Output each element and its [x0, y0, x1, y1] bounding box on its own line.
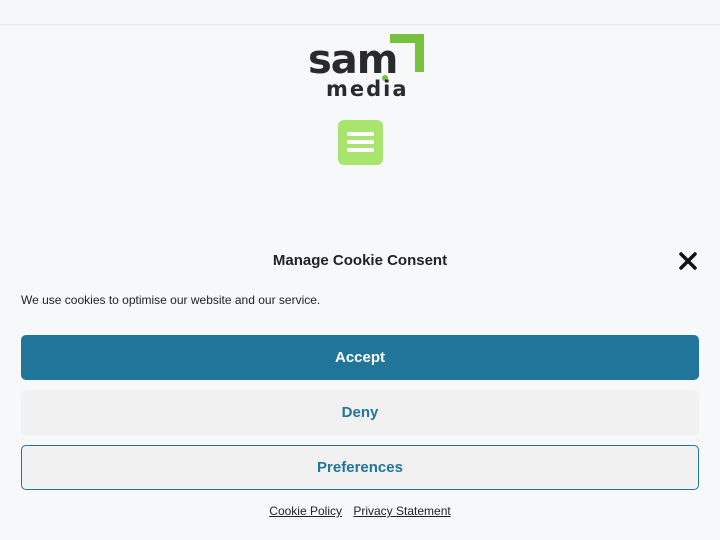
deny-button[interactable]: Deny — [21, 390, 699, 435]
top-bar — [0, 0, 720, 25]
hamburger-icon — [347, 132, 374, 136]
close-icon[interactable] — [677, 250, 699, 272]
consent-title: Manage Cookie Consent — [272, 252, 448, 269]
logo[interactable]: sam media — [308, 34, 426, 104]
logo-word-media: media — [326, 77, 409, 101]
page: sam media Manage Cookie Consent We use c… — [0, 0, 720, 540]
privacy-statement-link[interactable]: Privacy Statement — [353, 504, 450, 518]
consent-message: We use cookies to optimise our website a… — [21, 293, 321, 307]
menu-button[interactable] — [338, 120, 383, 165]
consent-links: Cookie Policy Privacy Statement — [0, 504, 720, 518]
cookie-policy-link[interactable]: Cookie Policy — [269, 504, 342, 518]
preferences-button[interactable]: Preferences — [21, 445, 699, 490]
accept-button[interactable]: Accept — [21, 335, 699, 380]
logo-word-sam: sam — [308, 37, 398, 83]
logo-corner-mark-icon — [390, 34, 424, 72]
